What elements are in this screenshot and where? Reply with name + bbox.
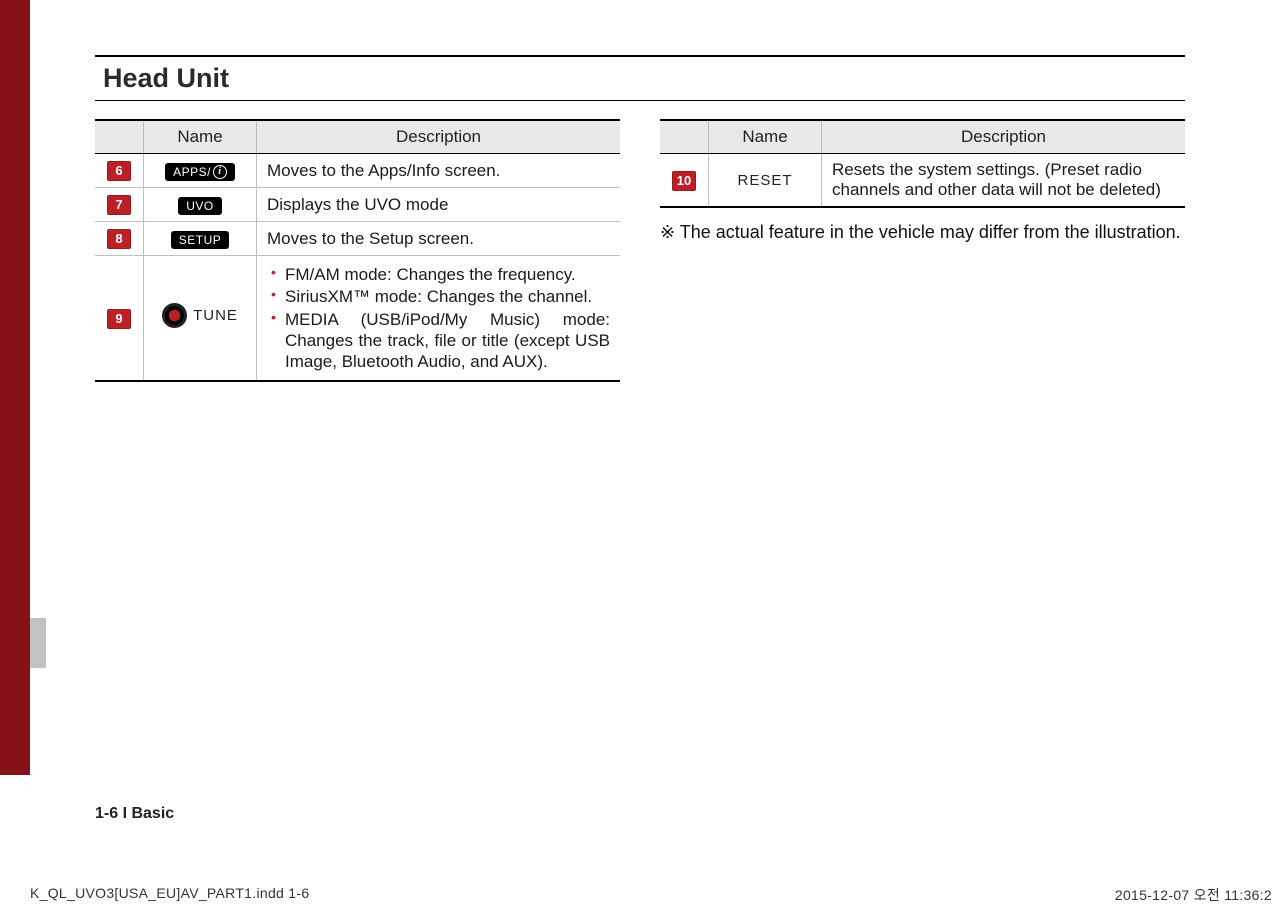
tune-desc-list: FM/AM mode: Changes the frequency.Sirius…	[267, 264, 610, 372]
right-table-body: 10 RESET Resets the system settings. (Pres…	[660, 154, 1185, 208]
left-row-1-name: UVO	[144, 188, 257, 222]
right-row-0-desc: Resets the system settings. (Preset radi…	[822, 154, 1186, 208]
callout-number: 8	[107, 229, 131, 249]
tune-knob-label: TUNE	[162, 303, 238, 328]
tune-desc-item-0: FM/AM mode: Changes the frequency.	[285, 264, 610, 285]
page-content: Head Unit Name Description 6 APPS/i Moves …	[95, 55, 1185, 382]
page-footer: 1-6 I Basic	[95, 805, 174, 823]
right-row-0-name: RESET	[709, 154, 822, 208]
margin-bar-gray	[30, 618, 46, 668]
button-text: SETUP	[179, 233, 222, 247]
right-column: Name Description 10 RESET Resets the syste…	[660, 119, 1185, 382]
print-footer: K_QL_UVO3[USA_EU]AV_PART1.indd 1-6 2015-…	[30, 885, 1276, 905]
left-row-0-desc: Moves to the Apps/Info screen.	[257, 154, 621, 188]
table-row: 7 UVO Displays the UVO mode	[95, 188, 620, 222]
table-row: 10 RESET Resets the system settings. (Pres…	[660, 154, 1185, 208]
callout-number: 9	[107, 309, 131, 329]
tune-knob-icon	[162, 303, 187, 328]
left-row-2-desc: Moves to the Setup screen.	[257, 222, 621, 256]
two-column-layout: Name Description 6 APPS/i Moves to the App…	[95, 119, 1185, 382]
print-footer-left: K_QL_UVO3[USA_EU]AV_PART1.indd 1-6	[30, 885, 309, 905]
right-row-0-num: 10	[660, 154, 709, 208]
button-text: UVO	[186, 199, 214, 213]
print-footer-right: 2015-12-07 오전 11:36:2	[1115, 885, 1276, 905]
margin-bar-red	[0, 0, 30, 775]
left-row-1-desc: Displays the UVO mode	[257, 188, 621, 222]
section-title: Head Unit	[95, 59, 1185, 100]
left-header-name: Name	[144, 120, 257, 154]
callout-number: 10	[672, 171, 696, 191]
left-header-num-blank	[95, 120, 144, 154]
right-table: Name Description 10 RESET Resets the syste…	[660, 119, 1185, 208]
left-margin-bars	[0, 0, 46, 911]
left-row-3-name: TUNE	[144, 256, 257, 382]
left-row-3-num: 9	[95, 256, 144, 382]
left-row-0-num: 6	[95, 154, 144, 188]
tune-desc-item-2: MEDIA (USB/iPod/My Music) mode: Changes …	[285, 309, 610, 373]
left-row-3-desc: FM/AM mode: Changes the frequency.Sirius…	[257, 256, 621, 382]
section-rule-bottom	[95, 100, 1185, 101]
info-icon: i	[213, 165, 227, 179]
uvobutton-label: UVO	[178, 197, 222, 215]
note-text: ※ The actual feature in the vehicle may …	[660, 222, 1185, 243]
apps-button-label: APPS/i	[165, 163, 235, 181]
left-table: Name Description 6 APPS/i Moves to the App…	[95, 119, 620, 382]
right-header-desc: Description	[822, 120, 1186, 154]
right-header-name: Name	[709, 120, 822, 154]
left-column: Name Description 6 APPS/i Moves to the App…	[95, 119, 620, 382]
left-table-body: 6 APPS/i Moves to the Apps/Info screen. 7 UV…	[95, 154, 620, 382]
callout-number: 6	[107, 161, 131, 181]
left-row-1-num: 7	[95, 188, 144, 222]
right-header-num-blank	[660, 120, 709, 154]
left-header-desc: Description	[257, 120, 621, 154]
table-row: 8 SETUP Moves to the Setup screen.	[95, 222, 620, 256]
left-row-0-name: APPS/i	[144, 154, 257, 188]
section-rule-top	[95, 55, 1185, 57]
left-row-2-name: SETUP	[144, 222, 257, 256]
setupbutton-label: SETUP	[171, 231, 230, 249]
left-row-2-num: 8	[95, 222, 144, 256]
table-row: 9 TUNE FM/AM mode: Changes the frequency.S…	[95, 256, 620, 382]
button-text: APPS/	[173, 165, 211, 179]
reset-text: RESET	[737, 172, 792, 189]
table-row: 6 APPS/i Moves to the Apps/Info screen.	[95, 154, 620, 188]
tune-text: TUNE	[193, 307, 238, 324]
tune-desc-item-1: SiriusXM™ mode: Changes the channel.	[285, 286, 610, 307]
callout-number: 7	[107, 195, 131, 215]
